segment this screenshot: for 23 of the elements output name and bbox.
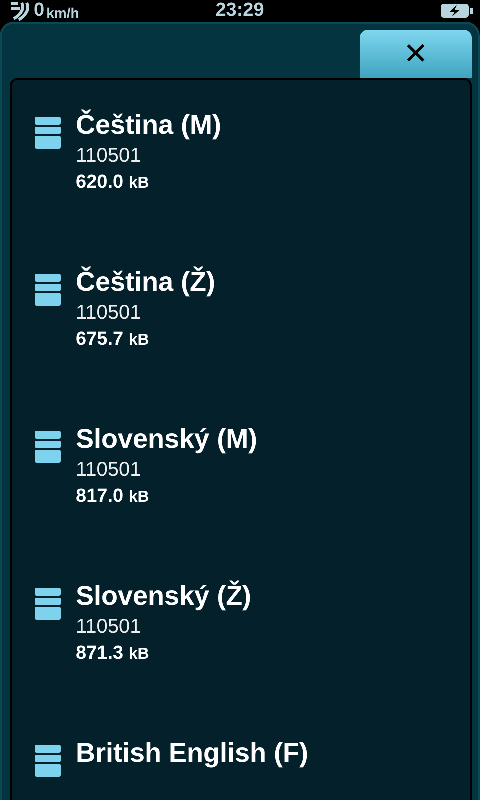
speed-value: 0 — [34, 0, 45, 22]
speed-unit: km/h — [46, 4, 80, 20]
voice-version: 110501 — [76, 145, 142, 168]
voice-size: 871.3 kB — [76, 643, 150, 665]
list-item-icon — [35, 588, 61, 620]
clock: 23:29 — [216, 0, 264, 22]
voice-name[interactable]: Čeština (Ž) — [76, 267, 216, 298]
list-item-icon — [35, 431, 61, 463]
voice-size: 620.0 kB — [76, 172, 150, 194]
list-item-icon — [35, 117, 61, 149]
list-item-icon — [35, 274, 61, 306]
list-item-icon — [35, 745, 61, 777]
signal-icon — [8, 1, 32, 21]
voice-name[interactable]: Slovenský (M) — [76, 424, 258, 455]
voice-version: 110501 — [76, 459, 142, 482]
voice-name[interactable]: Čeština (M) — [76, 110, 222, 141]
close-button[interactable]: ✕ — [360, 30, 472, 78]
voice-name[interactable]: British English (F) — [76, 738, 308, 769]
voice-name[interactable]: Slovenský (Ž) — [76, 581, 252, 612]
voice-size: 675.7 kB — [76, 329, 150, 351]
voice-size: 817.0 kB — [76, 486, 150, 508]
voice-version: 110501 — [76, 616, 142, 639]
voice-version: 110501 — [76, 302, 142, 325]
